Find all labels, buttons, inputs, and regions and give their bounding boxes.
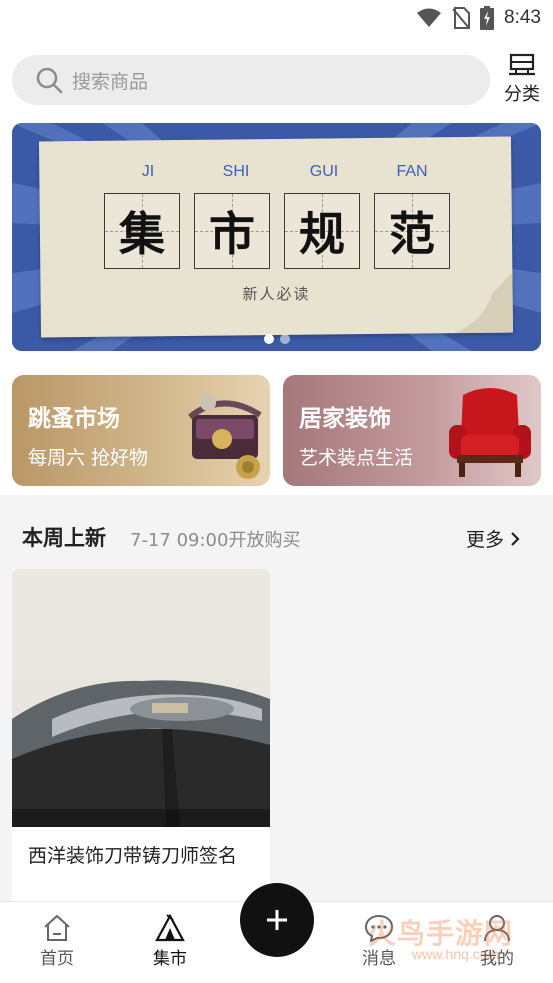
pinyin-label: FAN (396, 163, 428, 180)
product-name: 西洋装饰刀带铸刀师签名 (28, 845, 238, 867)
banner-char: 范 (389, 207, 435, 261)
battery-charging-icon (480, 6, 495, 30)
pinyin-label: GUI (309, 163, 339, 180)
banner-char-box: 规 (284, 193, 360, 269)
search-placeholder: 搜索商品 (72, 70, 149, 93)
banner-char-box: 集 (104, 193, 180, 269)
banner-carousel[interactable]: JI SHI GUI FAN 集 市 规 范 新人必读 (12, 123, 541, 351)
section-title: 本周上新 (22, 526, 106, 550)
red-armchair-image (449, 388, 531, 477)
promo-subtitle: 艺术装点生活 (299, 447, 414, 469)
status-time: 8:43 (504, 7, 541, 28)
banner-char: 规 (299, 207, 345, 261)
antique-jewelry-box-image (188, 395, 262, 479)
banner-title: 集 市 规 范 (104, 193, 450, 269)
carousel-indicator (12, 334, 541, 344)
banner-char-box: 市 (194, 193, 270, 269)
nav-label-market: 集市 (153, 949, 187, 969)
promo-card-flea-market[interactable]: 跳蚤市场 每周六 抢好物 (12, 375, 270, 486)
promo-title: 跳蚤市场 (28, 406, 120, 432)
category-list-icon (509, 53, 535, 76)
product-card[interactable]: 闲鱼@半日轩闲_民俗老 西洋装饰刀带铸刀师签名 (12, 569, 270, 909)
carousel-dot-active[interactable] (263, 334, 274, 344)
search-icon (36, 67, 63, 94)
search-bar[interactable]: 搜索商品 (12, 55, 490, 105)
section-subtitle: 7-17 09:00开放购买 (130, 530, 301, 551)
promo-title: 居家装饰 (299, 406, 391, 432)
no-sim-icon (452, 7, 471, 29)
page: 8:43 搜索商品 分类 JI SHI GUI FAN 集 市 规 范 新人必读… (0, 0, 553, 983)
pinyin-label: JI (141, 163, 155, 180)
nav-home[interactable]: 首页 (22, 914, 92, 969)
category-label: 分类 (504, 84, 540, 105)
promo-card-home-decor[interactable]: 居家装饰 艺术装点生活 (283, 375, 541, 486)
nav-market[interactable]: 集市 (135, 914, 205, 969)
more-link[interactable]: 更多 (466, 525, 520, 552)
nav-label-home: 首页 (40, 949, 74, 969)
status-bar: 8:43 (0, 0, 553, 40)
tent-icon (155, 914, 185, 942)
category-button[interactable]: 分类 (500, 52, 544, 106)
publish-button[interactable] (240, 883, 314, 957)
banner-pinyin-row: JI SHI GUI FAN (104, 163, 474, 181)
plus-icon (267, 910, 287, 930)
home-icon (44, 914, 70, 941)
carousel-dot[interactable] (279, 334, 290, 344)
site-watermark-url: www.hnq.com (412, 946, 500, 962)
promo-subtitle: 每周六 抢好物 (28, 447, 149, 469)
banner-char: 集 (119, 207, 165, 261)
banner-char-box: 范 (374, 193, 450, 269)
more-label: 更多 (466, 529, 505, 551)
banner-char: 市 (209, 207, 255, 261)
chevron-right-icon (511, 531, 520, 546)
wifi-icon (417, 8, 442, 27)
banner-subtitle: 新人必读 (242, 285, 311, 303)
decorative-knife-photo (12, 569, 270, 827)
pinyin-label: SHI (222, 163, 250, 180)
